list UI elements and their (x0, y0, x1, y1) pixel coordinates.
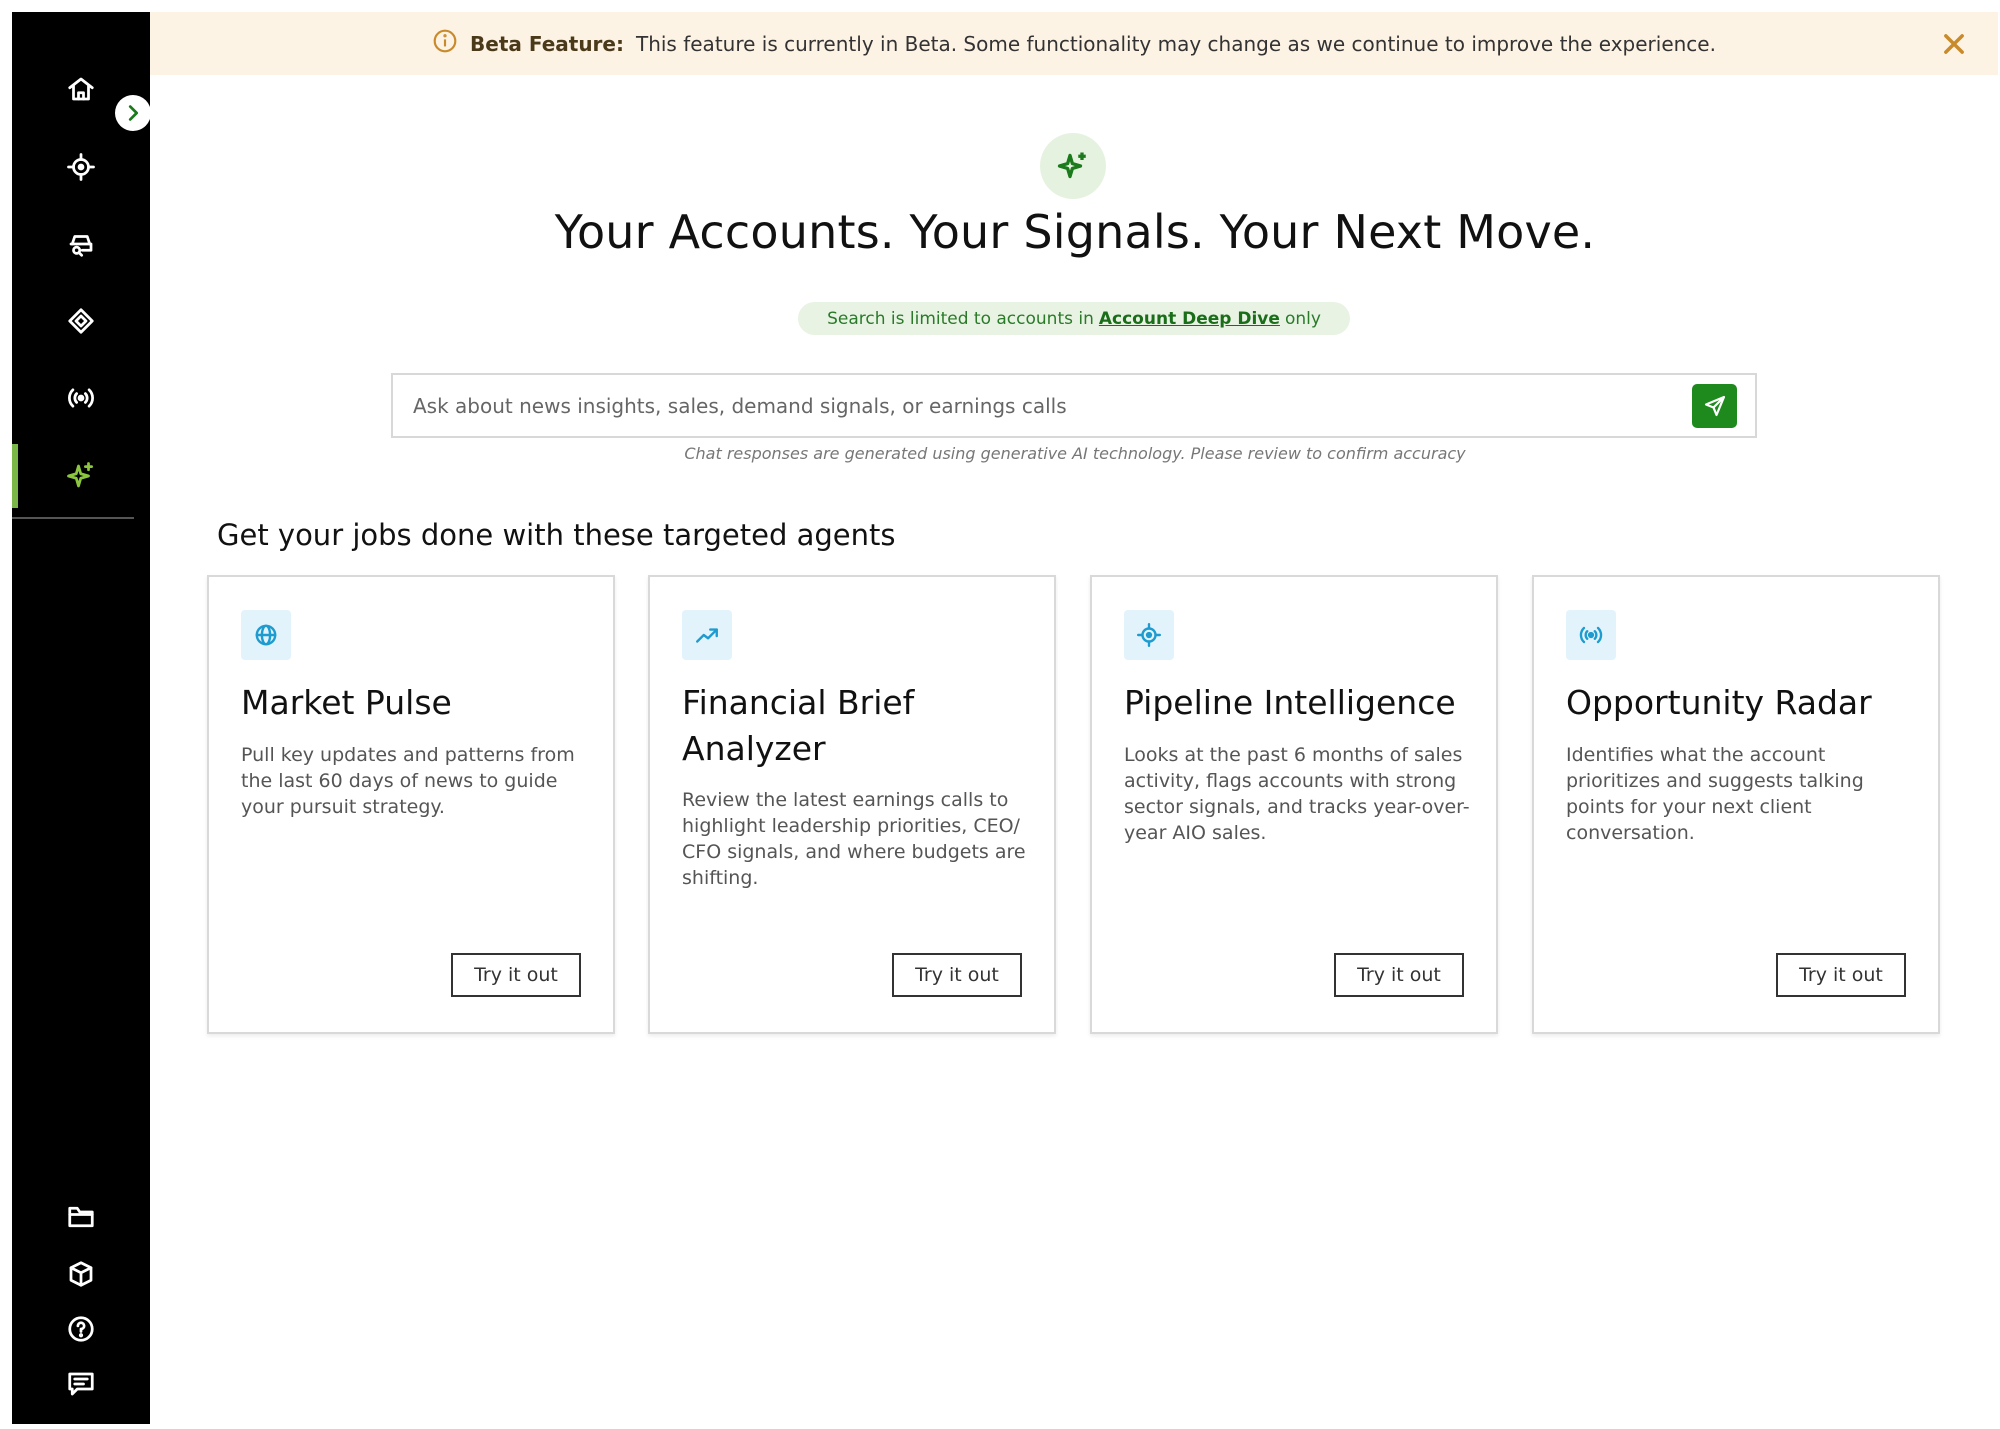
sidebar-item-feedback[interactable] (12, 1352, 150, 1416)
sidebar-item-deals[interactable] (12, 289, 150, 353)
ai-disclaimer: Chat responses are generated using gener… (684, 444, 1466, 463)
sidebar-divider (12, 517, 134, 519)
account-deep-dive-link[interactable]: Account Deep Dive (1099, 309, 1280, 329)
banner-text: This feature is currently in Beta. Some … (635, 31, 1716, 56)
agents-section-title: Get your jobs done with these targeted a… (217, 518, 896, 552)
page-title: Your Accounts. Your Signals. Your Next M… (554, 205, 1596, 259)
try-it-out-button[interactable]: Try it out (892, 953, 1022, 997)
card-title: Pipeline Intelligence (1124, 683, 1456, 722)
globe-icon (255, 624, 277, 646)
sidebar-item-ai-assistant[interactable] (12, 444, 150, 508)
home-icon (68, 77, 94, 101)
chevron-right-icon (128, 105, 139, 121)
info-icon (432, 28, 458, 59)
try-it-out-button[interactable]: Try it out (1776, 953, 1906, 997)
cube-icon (69, 1261, 93, 1287)
card-description: Review the latest earnings calls to high… (682, 789, 1026, 889)
folder-icon (68, 1206, 94, 1228)
sparkle-icon (1057, 152, 1086, 179)
close-icon (1944, 34, 1964, 54)
car-search-icon (69, 235, 93, 257)
scope-suffix: only (1284, 308, 1321, 329)
send-button[interactable] (1692, 383, 1737, 428)
agent-card-market-pulse: Market Pulse Pull key updates and patter… (207, 575, 615, 1034)
chat-box (391, 373, 1757, 438)
card-title: Market Pulse (241, 683, 452, 722)
trending-up-icon (696, 628, 718, 643)
banner-title: Beta Feature: (470, 31, 624, 56)
beta-banner: Beta Feature: This feature is currently … (150, 12, 1998, 75)
chat-input[interactable] (393, 375, 1692, 436)
sidebar-item-signals[interactable] (12, 366, 150, 430)
agent-card-financial-brief: Financial Brief Analyzer Review the late… (648, 575, 1056, 1034)
scope-prefix: Search is limited to accounts in (827, 308, 1094, 329)
target-icon (67, 153, 95, 181)
agent-card-pipeline-intelligence: Pipeline Intelligence Looks at the past … (1090, 575, 1498, 1034)
target-icon (1136, 622, 1162, 648)
try-it-out-button[interactable]: Try it out (1334, 953, 1464, 997)
card-icon-badge (682, 610, 732, 660)
hero-sparkle-badge (1040, 133, 1106, 199)
sparkle-icon (67, 462, 93, 488)
card-icon-badge (1124, 610, 1174, 660)
broadcast-icon (68, 388, 94, 408)
sidebar-item-vehicle-search[interactable] (12, 212, 150, 276)
search-scope-notice: Search is limited to accounts in Account… (798, 302, 1350, 335)
banner-close-button[interactable] (1940, 30, 1968, 58)
card-icon-badge (241, 610, 291, 660)
sidebar (12, 12, 150, 1424)
card-title: Opportunity Radar (1566, 683, 1872, 722)
tag-icon (68, 308, 94, 334)
send-icon (1704, 395, 1725, 416)
card-description: Looks at the past 6 months of sales acti… (1124, 744, 1470, 844)
sidebar-item-files[interactable] (12, 1185, 150, 1249)
card-description: Pull key updates and patterns from the l… (241, 744, 575, 818)
feedback-icon (68, 1372, 94, 1396)
agent-card-opportunity-radar: Opportunity Radar Identifies what the ac… (1532, 575, 1940, 1034)
card-description: Identifies what the account prioritizes … (1566, 744, 1864, 844)
sidebar-expand-button[interactable] (115, 95, 151, 131)
broadcast-icon (1579, 626, 1603, 644)
help-icon (68, 1316, 94, 1342)
card-title: Financial Brief Analyzer (682, 683, 915, 768)
sidebar-item-targeting[interactable] (12, 135, 150, 199)
card-icon-badge (1566, 610, 1616, 660)
try-it-out-button[interactable]: Try it out (451, 953, 581, 997)
app-frame: Beta Feature: This feature is currently … (0, 0, 2000, 1429)
